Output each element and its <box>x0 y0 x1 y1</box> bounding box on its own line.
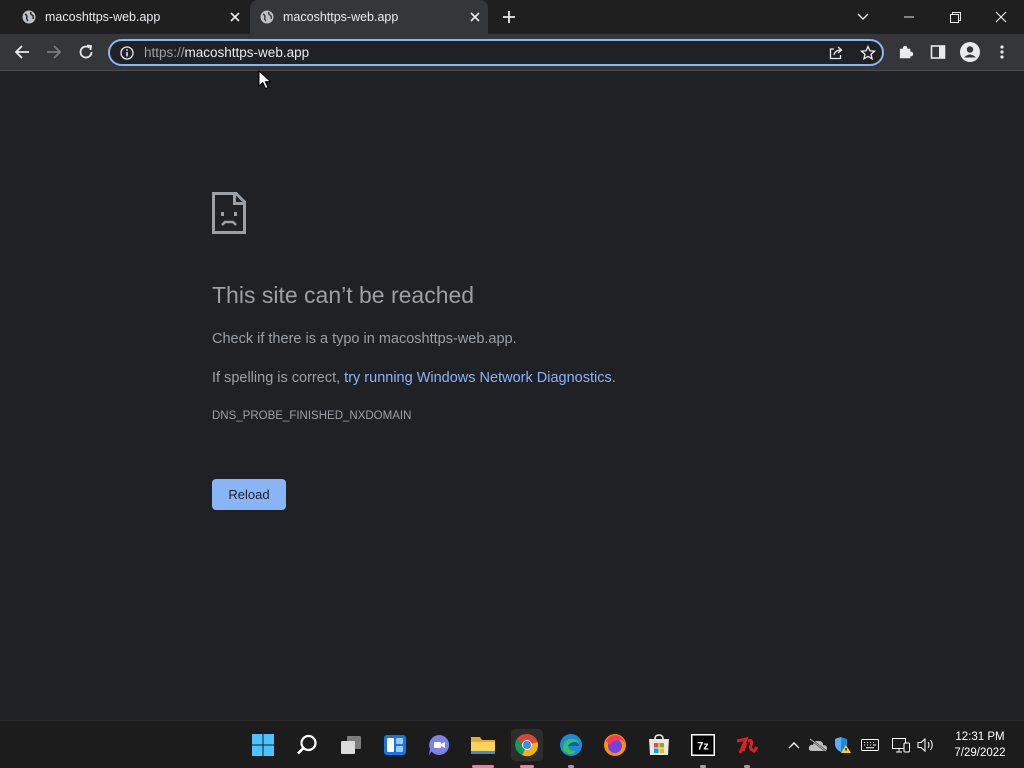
error-code: DNS_PROBE_FINISHED_NXDOMAIN <box>212 410 412 422</box>
star-icon[interactable] <box>860 45 876 61</box>
reload-button[interactable]: Reload <box>212 479 286 510</box>
sad-page-icon <box>212 192 246 234</box>
windows-logo-icon <box>252 734 274 756</box>
close-tab-icon[interactable] <box>226 8 244 26</box>
chat-icon <box>429 734 450 755</box>
extensions-button[interactable] <box>894 40 918 64</box>
address-bar[interactable]: https://macoshttps-web.app <box>108 39 884 66</box>
side-panel-icon <box>930 45 946 59</box>
error-page: This site can’t be reached Check if ther… <box>212 192 812 510</box>
search-icon <box>297 734 317 755</box>
side-panel-button[interactable] <box>926 40 950 64</box>
security-tray-icon[interactable] <box>832 735 852 755</box>
search-button[interactable] <box>291 729 323 761</box>
svg-text:7z: 7z <box>697 741 709 753</box>
error-suggestion-diagnostics: If spelling is correct, try running Wind… <box>212 370 616 386</box>
chrome-icon <box>515 733 538 757</box>
restore-button[interactable] <box>932 0 978 34</box>
more-vert-icon <box>1000 45 1004 59</box>
diagnostics-link[interactable]: try running Windows Network Diagnostics <box>344 370 612 386</box>
network-tray-icon[interactable] <box>891 735 911 755</box>
widgets-icon <box>384 735 406 755</box>
task-view-button[interactable] <box>335 729 367 761</box>
profile-icon <box>960 42 980 62</box>
chrome-button[interactable] <box>511 729 543 768</box>
share-icon[interactable] <box>828 45 844 61</box>
url-scheme: https:// <box>144 45 185 60</box>
chevron-up-icon <box>788 742 800 749</box>
url-text: https://macoshttps-web.app <box>144 45 882 60</box>
error-suggestion-typo: Check if there is a typo in macoshttps-w… <box>212 331 517 347</box>
close-tab-icon[interactable] <box>466 8 484 26</box>
globe-icon <box>260 10 274 24</box>
firefox-button[interactable] <box>599 729 631 761</box>
volume-tray-icon[interactable] <box>916 735 936 755</box>
clock-time: 12:31 PM <box>955 731 1005 743</box>
close-window-button[interactable] <box>978 0 1024 34</box>
teams-chat-button[interactable] <box>423 729 455 761</box>
edge-button[interactable] <box>555 729 587 768</box>
plus-icon <box>503 11 515 23</box>
tab-search-button[interactable] <box>840 0 886 34</box>
minimize-icon <box>904 16 914 18</box>
red-app-button[interactable] <box>731 729 763 768</box>
store-icon <box>649 734 669 755</box>
mouse-cursor-icon <box>258 70 272 90</box>
suggestion-suffix: . <box>611 370 616 386</box>
info-icon[interactable] <box>120 45 134 60</box>
chevron-down-icon <box>857 13 869 20</box>
tab-2[interactable]: macoshttps-web.app <box>250 0 488 34</box>
close-icon <box>995 11 1007 23</box>
7zip-button[interactable]: 7z <box>687 729 719 768</box>
keyboard-tray-icon[interactable] <box>860 735 880 755</box>
taskbar-clock[interactable]: 12:31 PM 7/29/2022 <box>944 729 1016 761</box>
folder-icon <box>471 737 495 754</box>
menu-button[interactable] <box>990 40 1014 64</box>
back-button[interactable] <box>10 40 34 64</box>
restore-icon <box>949 11 961 23</box>
red-app-icon <box>736 736 759 754</box>
error-heading: This site can’t be reached <box>212 282 475 308</box>
url-host: macoshttps-web.app <box>184 45 310 60</box>
refresh-icon <box>79 44 93 59</box>
firefox-icon <box>604 734 626 756</box>
taskbar: 7z 12:31 PM 7/29/2022 <box>0 720 1024 768</box>
onedrive-tray-icon[interactable] <box>808 735 828 755</box>
file-explorer-button[interactable] <box>467 729 499 768</box>
toolbar: https://macoshttps-web.app <box>0 34 1024 71</box>
microsoft-store-button[interactable] <box>643 729 675 761</box>
arrow-left-icon <box>14 45 29 59</box>
reload-toolbar-button[interactable] <box>74 40 98 64</box>
start-button[interactable] <box>247 729 279 761</box>
tab-title: macoshttps-web.app <box>283 10 399 24</box>
widgets-button[interactable] <box>379 729 411 761</box>
show-hidden-icons-button[interactable] <box>784 735 804 755</box>
puzzle-icon <box>899 45 914 59</box>
arrow-right-icon <box>47 45 62 59</box>
minimize-button[interactable] <box>886 0 932 34</box>
new-tab-button[interactable] <box>498 6 520 28</box>
tab-1[interactable]: macoshttps-web.app <box>0 0 248 34</box>
edge-icon <box>560 734 582 756</box>
clock-date: 7/29/2022 <box>954 747 1006 759</box>
tab-title: macoshttps-web.app <box>45 10 161 24</box>
7zip-icon: 7z <box>691 734 715 756</box>
suggestion-prefix: If spelling is correct, <box>212 370 345 386</box>
profile-button[interactable] <box>958 40 982 64</box>
task-view-icon <box>341 736 361 754</box>
forward-button[interactable] <box>42 40 66 64</box>
tab-strip: macoshttps-web.app macoshttps-web.app <box>0 0 1024 34</box>
globe-icon <box>22 10 36 24</box>
